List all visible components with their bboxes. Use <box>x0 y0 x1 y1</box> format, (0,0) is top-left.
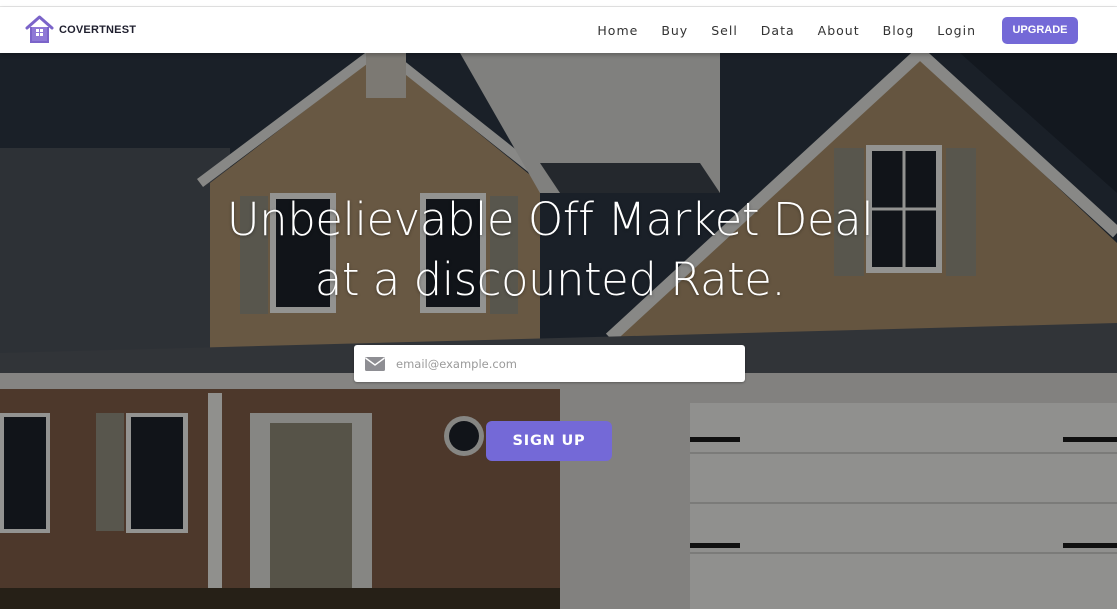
nav-link-about[interactable]: About <box>818 23 860 38</box>
hero-section: Unbelievable Off Market Deal at a discou… <box>0 53 1117 609</box>
email-input[interactable] <box>396 356 726 371</box>
house-logo-icon <box>25 15 54 43</box>
nav-link-login[interactable]: Login <box>937 23 976 38</box>
brand-name: COVERTNEST <box>59 24 137 36</box>
nav-links: Home Buy Sell Data About Blog Login UPGR… <box>597 16 1078 44</box>
nav-link-data[interactable]: Data <box>761 23 795 38</box>
sign-up-button[interactable]: SIGN UP <box>486 421 612 461</box>
navbar: COVERTNEST Home Buy Sell Data About Blog… <box>0 7 1117 53</box>
upgrade-button[interactable]: UPGRADE <box>1002 16 1078 44</box>
envelope-icon <box>365 356 385 371</box>
hero-overlay <box>0 53 1117 609</box>
nav-link-blog[interactable]: Blog <box>883 23 915 38</box>
hero-headline-line-1: Unbelievable Off Market Deal <box>226 193 874 246</box>
nav-link-sell[interactable]: Sell <box>711 23 738 38</box>
hero-headline: Unbelievable Off Market Deal at a discou… <box>0 190 1100 310</box>
top-border <box>0 0 1117 7</box>
brand[interactable]: COVERTNEST <box>25 15 136 45</box>
hero-headline-line-2: at a discounted Rate. <box>314 253 786 306</box>
nav-link-buy[interactable]: Buy <box>661 23 688 38</box>
nav-link-home[interactable]: Home <box>597 23 638 38</box>
email-field[interactable] <box>354 345 745 382</box>
